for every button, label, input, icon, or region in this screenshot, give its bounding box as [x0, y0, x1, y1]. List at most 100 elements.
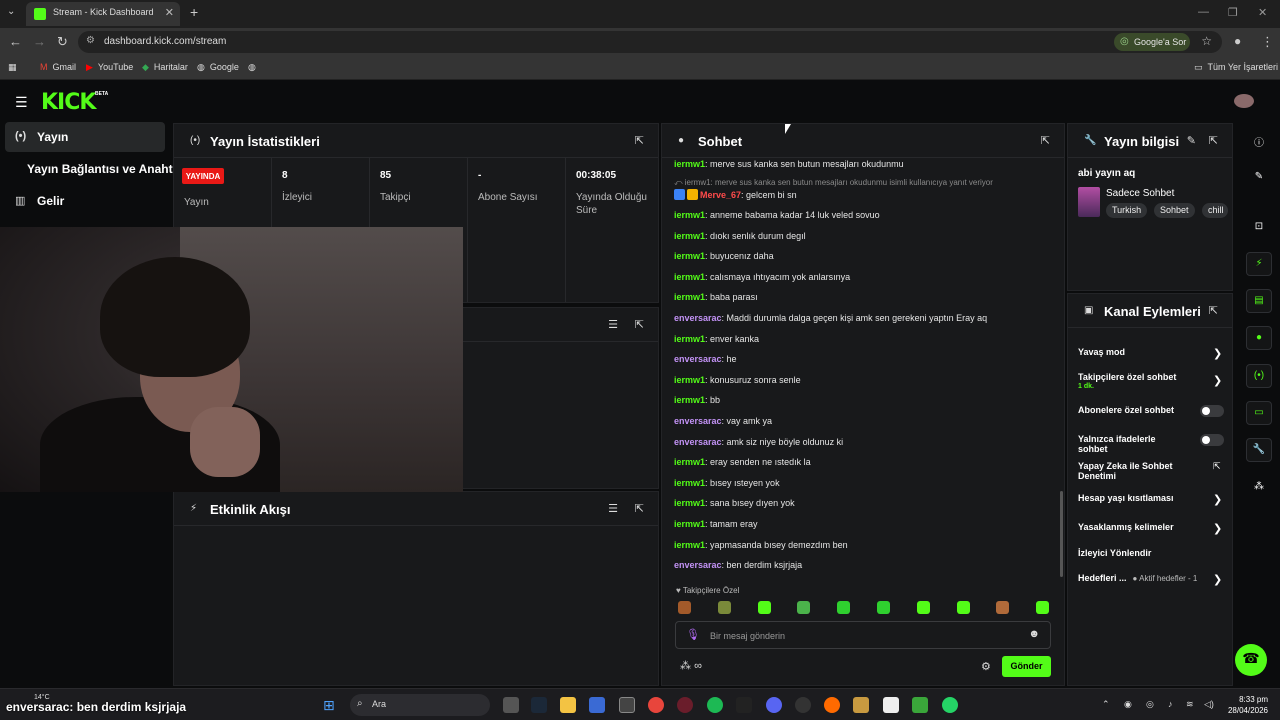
points-icon[interactable]: ⁂ [1246, 476, 1272, 500]
user-avatar[interactable] [1234, 94, 1254, 108]
chat-username[interactable]: iermw1 [674, 457, 705, 467]
emote-icon[interactable] [837, 601, 851, 614]
chat-username[interactable]: iermw1 [674, 210, 705, 220]
chat-message[interactable]: iermw1: yapmasanda bısey demezdım ben [674, 540, 848, 550]
chat-username[interactable]: iermw1 [674, 292, 705, 302]
chat-username[interactable]: iermw1 [674, 498, 705, 508]
broadcast-icon[interactable]: (•) [1246, 364, 1272, 388]
layout-icon[interactable]: ▭ [1246, 401, 1272, 425]
minimize-icon[interactable]: — [1198, 6, 1209, 18]
chat-message[interactable]: enversarac: amk siz niye böyle oldunuz k… [674, 437, 843, 447]
close-window-icon[interactable]: ✕ [1258, 6, 1267, 19]
app-icon[interactable] [824, 697, 840, 713]
browser-tab[interactable]: Stream - Kick Dashboard ✕ [26, 2, 180, 26]
task-view-icon[interactable] [503, 697, 519, 713]
emote-icon[interactable] [877, 601, 890, 614]
chat-message[interactable]: iermw1: konusuruz sonra senle [674, 375, 801, 385]
emote-icon[interactable] [1036, 601, 1050, 614]
chat-message[interactable]: enversarac: ben derdim ksjrjaja [674, 560, 802, 570]
help-chat-button[interactable]: ☎ [1235, 644, 1267, 676]
epic-games-icon[interactable] [736, 697, 752, 713]
chat-message[interactable]: iermw1: buyucenız daha [674, 251, 774, 261]
bookmark-youtube[interactable]: ▶ YouTube [86, 62, 133, 73]
chat-username[interactable]: iermw1 [674, 159, 705, 169]
bookmark-gmail[interactable]: M Gmail [40, 62, 76, 72]
document-icon[interactable]: ▤ [1246, 289, 1272, 313]
emote-icon[interactable] [996, 601, 1010, 614]
forward-icon[interactable]: → [33, 34, 46, 49]
app-icon[interactable] [795, 697, 811, 713]
chevron-right-icon[interactable]: ❯ [1213, 374, 1222, 387]
chat-message[interactable]: enversarac: Maddi durumla dalga geçen ki… [674, 313, 987, 323]
store-icon[interactable] [589, 697, 605, 713]
spotify-icon[interactable] [707, 697, 723, 713]
channel-action-item[interactable]: Yapay Zeka ile Sohbet Denetimi [1078, 461, 1178, 481]
wrench-icon[interactable]: 🔧 [1246, 438, 1272, 462]
tag-pill[interactable]: Turkish [1106, 203, 1148, 218]
tag-pill[interactable]: chill [1202, 203, 1228, 218]
app-icon[interactable] [677, 697, 693, 713]
chat-scrollbar[interactable] [1060, 491, 1063, 577]
chevron-right-icon[interactable]: ❯ [1213, 522, 1222, 535]
chat-message[interactable]: iermw1: anneme babama kadar 14 luk veled… [674, 210, 880, 220]
emote-icon[interactable] [956, 601, 970, 614]
chat-username[interactable]: enversarac [674, 560, 722, 570]
tray-steam-icon[interactable]: ◎ [1146, 699, 1154, 710]
chat-message[interactable]: ⤺ iermw1: merve sus kanka sen butun mesa… [674, 178, 993, 188]
tab-list-icon[interactable]: ⌄ [7, 6, 15, 17]
chat-username[interactable]: iermw1 [674, 272, 705, 282]
app-icon[interactable] [853, 697, 869, 713]
kick-logo[interactable]: KICK [41, 90, 96, 115]
taskbar-clock[interactable]: 8:33 pm 28/04/2026 [1228, 694, 1268, 716]
popout-icon[interactable]: ⇱ [635, 502, 644, 515]
chevron-right-icon[interactable]: ❯ [1213, 573, 1222, 586]
sidebar-item-yayin[interactable]: (•) Yayın [5, 122, 165, 152]
close-tab-icon[interactable]: ✕ [165, 6, 174, 19]
bookmark-extra[interactable]: ◍ [248, 62, 261, 73]
bookmark-star-icon[interactable]: ☆ [1201, 34, 1212, 48]
windows-start-icon[interactable]: ⊞ [323, 697, 335, 714]
screen-icon[interactable]: ⊡ [1246, 216, 1272, 240]
minecraft-icon[interactable] [912, 697, 928, 713]
external-link-icon[interactable]: ⇱ [1213, 461, 1221, 472]
channel-action-item[interactable]: Hedefleri ... ● Aktif hedefler - 1 [1078, 573, 1197, 584]
chat-bubble-icon[interactable]: ● [1246, 326, 1272, 350]
chat-message[interactable]: iermw1: eray senden ne ıstedık la [674, 457, 811, 467]
back-icon[interactable]: ← [9, 34, 22, 49]
profile-icon[interactable]: ● [1234, 34, 1241, 48]
chevron-right-icon[interactable]: ❯ [1213, 347, 1222, 360]
wifi-icon[interactable]: ≋ [1186, 699, 1194, 710]
channel-points[interactable]: ⁂ ∞ [680, 659, 702, 672]
edit-icon[interactable]: ✎ [1187, 134, 1196, 147]
chat-username[interactable]: iermw1 [674, 251, 705, 261]
filter-icon[interactable]: ☰ [608, 502, 618, 515]
chat-settings-icon[interactable]: ⚙ [981, 660, 991, 673]
chat-message[interactable]: iermw1: sana bısey dıyen yok [674, 498, 795, 508]
chat-message[interactable]: iermw1: enver kanka [674, 334, 759, 344]
bookmark-google[interactable]: ◍ Google [197, 62, 239, 73]
chat-username[interactable]: iermw1 [674, 519, 705, 529]
chat-username[interactable]: iermw1 [674, 375, 705, 385]
chat-message[interactable]: Merve_67: gelcem bi sn [674, 189, 797, 200]
file-explorer-icon[interactable] [560, 697, 576, 713]
menu-icon[interactable]: ⋮ [1261, 34, 1274, 50]
channel-action-item[interactable]: Yavaş mod [1078, 347, 1125, 357]
chat-message[interactable]: iermw1: merve sus kanka sen butun mesajl… [674, 159, 904, 169]
chrome-icon[interactable] [648, 697, 664, 713]
chat-username[interactable]: iermw1 [674, 478, 705, 488]
google-ask-button[interactable]: ◎ Google'a Sor [1114, 33, 1190, 51]
popout-icon[interactable]: ⇱ [1209, 304, 1218, 317]
url-field[interactable]: ⚙ dashboard.kick.com/stream ◎ Google'a S… [78, 31, 1222, 53]
chat-username[interactable]: enversarac [674, 354, 722, 364]
chat-username[interactable]: Merve_67 [700, 190, 741, 200]
steam-icon[interactable] [531, 697, 547, 713]
chat-message[interactable]: iermw1: calısmaya ıhtıyacım yok anlarsın… [674, 272, 850, 282]
bookmark-maps[interactable]: ◆ Haritalar [142, 62, 188, 73]
edit-icon[interactable]: ✎ [1246, 166, 1272, 190]
obs-icon[interactable] [619, 697, 635, 713]
channel-action-item[interactable]: Takipçilere özel sohbet 1 dk. [1078, 372, 1176, 392]
chat-message[interactable]: iermw1: bısey ısteyen yok [674, 478, 780, 488]
apps-icon[interactable]: ▦ [8, 62, 17, 73]
discord-icon[interactable] [766, 697, 782, 713]
chat-username[interactable]: enversarac [674, 313, 722, 323]
